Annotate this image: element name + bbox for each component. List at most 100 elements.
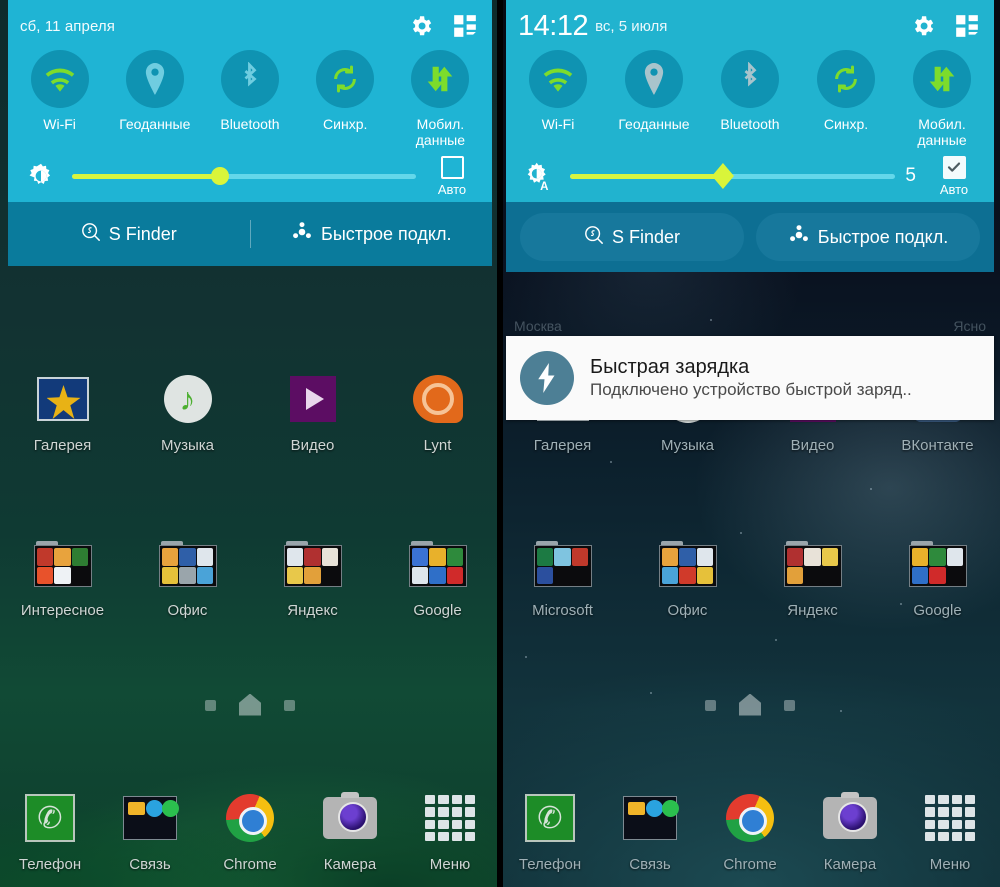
notification-title: Быстрая зарядка xyxy=(590,356,750,378)
quick-settings-grid-icon[interactable] xyxy=(950,9,984,43)
dock-label: Телефон xyxy=(18,856,82,873)
brightness-row: A 5 Авто xyxy=(506,150,994,202)
toggle-label: Геоданные xyxy=(119,116,191,132)
dock-camera[interactable]: Камера xyxy=(300,789,400,873)
app-label: Видео xyxy=(290,437,335,454)
chrome-icon xyxy=(221,789,279,847)
folder-icon xyxy=(658,535,717,593)
toggle-mobile-data[interactable]: Мобил. данные xyxy=(894,50,990,148)
app-drawer-icon xyxy=(421,789,479,847)
s-finder-button[interactable]: S Finder xyxy=(8,212,250,256)
toggle-sync[interactable]: Синхр. xyxy=(298,50,393,148)
gear-icon[interactable] xyxy=(906,9,940,43)
dock-chrome[interactable]: Chrome xyxy=(200,789,300,873)
dock-label: Камера xyxy=(823,856,877,873)
notification-fast-charging[interactable]: Быстрая зарядка Подключено устройство бы… xyxy=(506,336,994,420)
folder-google[interactable]: Google xyxy=(375,535,500,619)
quick-connect-button[interactable]: Быстрое подкл. xyxy=(756,213,980,261)
auto-checkbox[interactable] xyxy=(942,155,966,179)
brightness-slider[interactable] xyxy=(570,163,896,189)
folder-interesting[interactable]: Интересное xyxy=(0,535,125,619)
brightness-auto-icon: A xyxy=(522,161,556,191)
folder-yandex[interactable]: Яндекс xyxy=(750,535,875,619)
quick-settings-footer: S Finder Быстрое подкл. xyxy=(8,202,492,266)
dock-label: Меню xyxy=(929,856,971,873)
app-drawer-icon xyxy=(921,789,979,847)
dock-app-drawer[interactable]: Меню xyxy=(900,789,1000,873)
toggle-location[interactable]: Геоданные xyxy=(107,50,202,148)
dock-phone[interactable]: ✆ Телефон xyxy=(500,789,600,873)
brightness-slider[interactable] xyxy=(72,167,416,185)
communication-folder-icon xyxy=(121,789,179,847)
dock-camera[interactable]: Камера xyxy=(800,789,900,873)
folder-office[interactable]: Офис xyxy=(125,535,250,619)
toggle-wifi[interactable]: Wi-Fi xyxy=(510,50,606,148)
toggle-wifi[interactable]: Wi-Fi xyxy=(12,50,107,148)
wifi-icon xyxy=(529,50,587,108)
auto-label: Авто xyxy=(939,181,969,197)
quick-settings-panel: сб, 11 апреля Wi-Fi Геоданные Bluetooth … xyxy=(8,0,492,266)
toggle-bluetooth[interactable]: Bluetooth xyxy=(702,50,798,148)
page-dot-3[interactable] xyxy=(284,700,295,711)
dock-label: Chrome xyxy=(223,856,277,873)
bluetooth-icon xyxy=(221,50,279,108)
page-dot-3[interactable] xyxy=(784,700,795,711)
page-dot-1[interactable] xyxy=(705,700,716,711)
quick-settings-header: 14:12 вс, 5 июля xyxy=(506,6,994,46)
app-label: Музыка xyxy=(160,437,215,454)
app-video[interactable]: Видео xyxy=(250,370,375,454)
quick-settings-grid-icon[interactable] xyxy=(448,9,482,43)
dock-app-drawer[interactable]: Меню xyxy=(400,789,500,873)
folder-yandex[interactable]: Яндекс xyxy=(250,535,375,619)
auto-brightness-toggle[interactable]: Авто xyxy=(928,155,980,197)
quick-connect-label: Быстрое подкл. xyxy=(817,226,949,247)
auto-checkbox[interactable] xyxy=(440,155,464,179)
camera-icon xyxy=(821,789,879,847)
phone-icon: ✆ xyxy=(21,789,79,847)
mobile-data-icon xyxy=(411,50,470,108)
weather-widget[interactable]: Москва Ясно xyxy=(500,318,1000,334)
dock: ✆ Телефон Связь Chrome Камера Меню xyxy=(0,789,500,873)
folder-microsoft[interactable]: Microsoft xyxy=(500,535,625,619)
auto-brightness-toggle[interactable]: Авто xyxy=(426,155,478,197)
page-indicator xyxy=(500,700,1000,711)
page-dot-1[interactable] xyxy=(205,700,216,711)
toggle-bluetooth[interactable]: Bluetooth xyxy=(202,50,297,148)
folder-office[interactable]: Офис xyxy=(625,535,750,619)
sync-icon xyxy=(817,50,875,108)
right-phone-screen: Москва Ясно Галерея ♪ Музыка Видео ВКонт… xyxy=(500,0,1000,887)
folder-icon xyxy=(158,535,217,593)
dock-label: Меню xyxy=(429,856,471,873)
status-time: 14:12 xyxy=(518,9,589,42)
dock-phone[interactable]: ✆ Телефон xyxy=(0,789,100,873)
app-gallery[interactable]: Галерея xyxy=(0,370,125,454)
toggle-label: Синхр. xyxy=(323,116,368,132)
toggle-location[interactable]: Геоданные xyxy=(606,50,702,148)
toggle-mobile-data[interactable]: Мобил. данные xyxy=(393,50,488,148)
bluetooth-icon xyxy=(721,50,779,108)
app-music[interactable]: ♪ Музыка xyxy=(125,370,250,454)
lynt-icon xyxy=(409,370,467,428)
app-lynt[interactable]: Lynt xyxy=(375,370,500,454)
toggle-sync[interactable]: Синхр. xyxy=(798,50,894,148)
toggle-label: Мобил. данные xyxy=(917,116,967,148)
gear-icon[interactable] xyxy=(404,9,438,43)
s-finder-button[interactable]: S Finder xyxy=(520,213,744,261)
dock-communication[interactable]: Связь xyxy=(100,789,200,873)
brightness-icon xyxy=(24,162,58,190)
notification-subtitle: Подключено устройство быстрой заряд.. xyxy=(590,380,912,399)
location-pin-icon xyxy=(625,50,683,108)
folder-label: Microsoft xyxy=(532,602,593,619)
toggle-label: Wi-Fi xyxy=(541,116,575,132)
weather-condition: Ясно xyxy=(953,318,986,334)
folder-google[interactable]: Google xyxy=(875,535,1000,619)
folder-icon xyxy=(908,535,967,593)
app-label: Галерея xyxy=(33,437,92,454)
app-label: Видео xyxy=(790,437,835,454)
communication-folder-icon xyxy=(621,789,679,847)
quick-settings-panel: 14:12 вс, 5 июля Wi-Fi Геоданные Bluetoo… xyxy=(506,0,994,272)
folder-icon xyxy=(283,535,342,593)
quick-connect-button[interactable]: Быстрое подкл. xyxy=(251,212,493,256)
dock-communication[interactable]: Связь xyxy=(600,789,700,873)
dock-chrome[interactable]: Chrome xyxy=(700,789,800,873)
